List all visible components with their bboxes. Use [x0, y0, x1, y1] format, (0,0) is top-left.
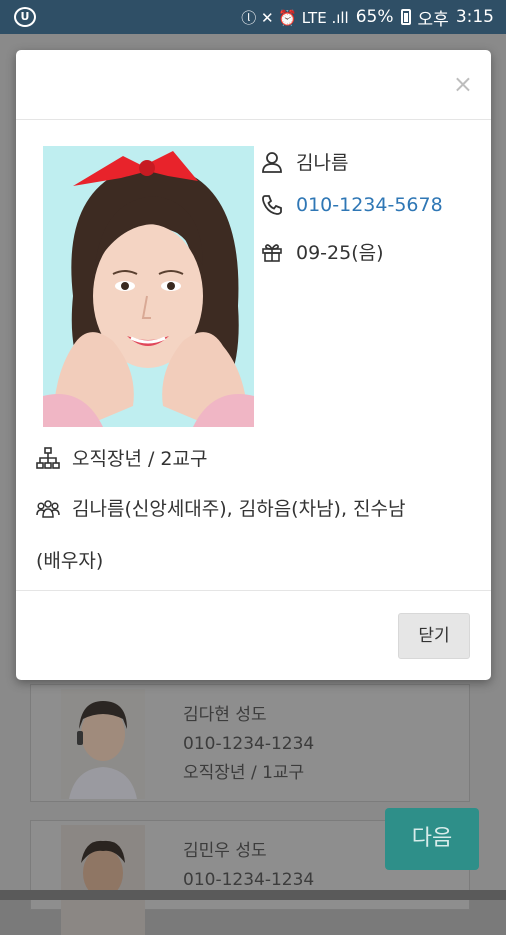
- family-icon: [36, 499, 60, 518]
- close-icon[interactable]: ×: [453, 70, 473, 98]
- birthday-row: 09-25(음): [260, 238, 384, 265]
- modal-header: ×: [16, 50, 491, 120]
- ampm-label: 오후: [417, 9, 449, 30]
- member-detail-modal: × 김나름 010-1234-5678 09-25(음) 오직장년 / 2교구 …: [16, 50, 491, 680]
- group-label: 오직장년 / 2교구: [72, 448, 208, 470]
- member-name: 김나름: [296, 152, 349, 174]
- member-card[interactable]: 김다현 성도 010-1234-1234 오직장년 / 1교구: [30, 684, 470, 802]
- member-group: 오직장년 / 1교구: [183, 763, 305, 783]
- bottom-shadow: [0, 890, 506, 900]
- phone-icon: [262, 195, 282, 215]
- family-members: 김나름(신앙세대주), 김하음(차남), 진수남: [72, 498, 406, 520]
- modal-footer: 닫기: [16, 590, 491, 680]
- member-phone: 010-1234-1234: [183, 734, 315, 754]
- birthday: 09-25(음): [296, 242, 384, 264]
- battery-percent: 65%: [355, 7, 394, 27]
- group-row: 오직장년 / 2교구: [36, 444, 207, 471]
- member-photo: [61, 689, 145, 799]
- gift-icon: [262, 243, 282, 262]
- signal-indicators: ⓛ ✕ ⏰ LTE .ıll: [241, 8, 349, 27]
- member-photo: [43, 146, 254, 427]
- phone-link[interactable]: 010-1234-5678: [296, 194, 443, 216]
- status-indicators: ⓛ ✕ ⏰ LTE .ıll 65% 오후 3:15: [241, 0, 494, 34]
- person-icon: [262, 151, 282, 173]
- member-name: 김민우 성도: [183, 841, 267, 861]
- family-row: 김나름(신앙세대주), 김하음(차남), 진수남 (배우자): [36, 487, 476, 584]
- member-photo: [61, 825, 145, 935]
- battery-icon: [400, 9, 411, 25]
- status-bar: U ⓛ ✕ ⏰ LTE .ıll 65% 오후 3:15: [0, 0, 506, 34]
- next-button[interactable]: 다음: [385, 808, 479, 870]
- clock: 3:15: [455, 7, 494, 27]
- close-button[interactable]: 닫기: [398, 613, 470, 659]
- family-members-cont: (배우자): [36, 549, 104, 572]
- phone-row: 010-1234-5678: [260, 193, 443, 217]
- org-chart-icon: [36, 446, 60, 469]
- member-name: 김다현 성도: [183, 705, 267, 725]
- name-row: 김나름: [260, 148, 348, 175]
- app-notification-icon: U: [14, 7, 36, 27]
